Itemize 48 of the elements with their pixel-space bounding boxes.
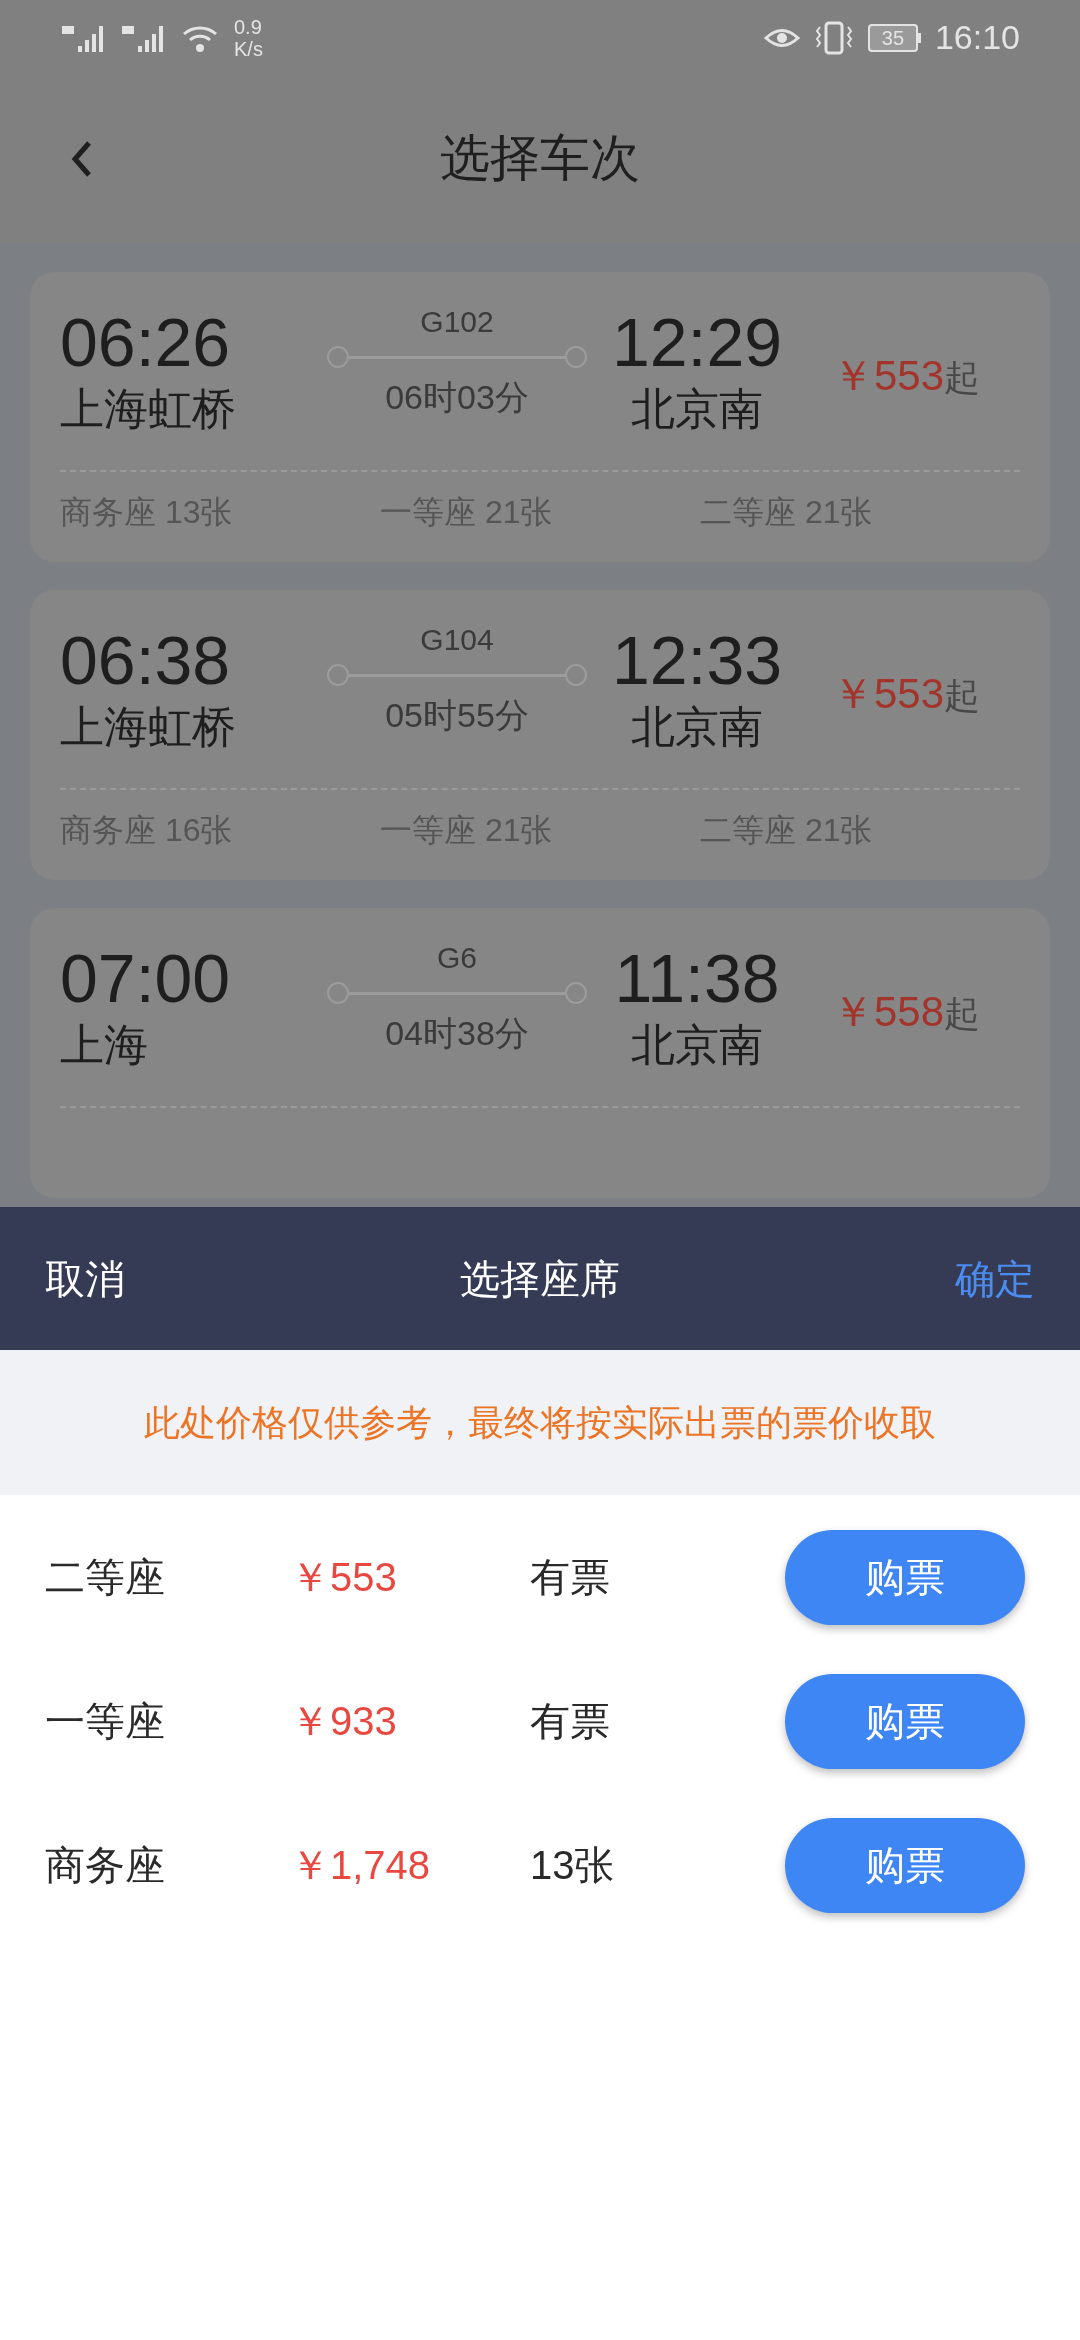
train-card[interactable]: 07:00 上海 G6 04时38分 11:38 北京南 ￥558起	[30, 908, 1050, 1198]
seat-availability: 有票	[530, 1698, 611, 1745]
seat-class: 商务座	[45, 1842, 166, 1889]
ticket-price: ￥558	[832, 987, 945, 1037]
price-suffix: 起	[944, 356, 981, 400]
price-suffix: 起	[944, 992, 981, 1036]
departure-station: 上海	[60, 1019, 149, 1071]
vibrate-icon	[813, 20, 854, 55]
travel-duration: 05时55分	[385, 695, 529, 736]
ticket-price: ￥553	[832, 669, 945, 719]
train-number: G102	[420, 304, 494, 340]
arrival-time: 11:38	[614, 939, 780, 1018]
train-number: G104	[420, 622, 494, 658]
ticket-price: ￥553	[832, 351, 945, 401]
arrival-station: 北京南	[631, 701, 763, 753]
back-icon	[71, 139, 93, 178]
travel-duration: 06时03分	[385, 377, 529, 418]
train-number: G6	[437, 940, 477, 976]
seat-availability: 13张	[530, 1842, 616, 1889]
clock-time: 16:10	[934, 17, 1020, 58]
sheet-title: 选择座席	[460, 1255, 620, 1303]
price-suffix: 起	[944, 674, 981, 718]
network-speed-unit: K/s	[234, 37, 263, 60]
seat-class: 二等座	[45, 1554, 166, 1601]
arrival-station: 北京南	[631, 383, 763, 435]
departure-time: 06:38	[60, 621, 232, 700]
seat-price: ￥1,748	[290, 1842, 432, 1889]
travel-duration: 04时38分	[385, 1013, 529, 1054]
page-title: 选择车次	[440, 129, 640, 188]
departure-station: 上海虹桥	[60, 701, 237, 753]
departure-time: 07:00	[60, 939, 232, 1018]
buy-button[interactable]: 购票	[785, 1817, 1025, 1913]
departure-station: 上海虹桥	[60, 383, 237, 435]
network-speed: 0.9	[234, 15, 263, 38]
seat-availability: 有票	[530, 1554, 611, 1601]
seat-price: ￥553	[290, 1554, 398, 1601]
arrival-time: 12:33	[611, 621, 783, 700]
buy-button[interactable]: 购票	[785, 1673, 1025, 1769]
departure-time: 06:26	[60, 303, 232, 382]
notice-text: 此处价格仅供参考，最终将按实际出票的票价收取	[144, 1400, 936, 1445]
arrival-station: 北京南	[631, 1019, 763, 1071]
confirm-button[interactable]: 确定	[955, 1248, 1035, 1309]
arrival-time: 12:29	[611, 303, 783, 382]
battery-icon: 35	[867, 23, 921, 52]
cancel-button[interactable]: 取消	[45, 1248, 125, 1309]
seat-price: ￥933	[290, 1698, 398, 1745]
seat-class: 一等座	[45, 1698, 166, 1745]
buy-button[interactable]: 购票	[785, 1529, 1025, 1625]
